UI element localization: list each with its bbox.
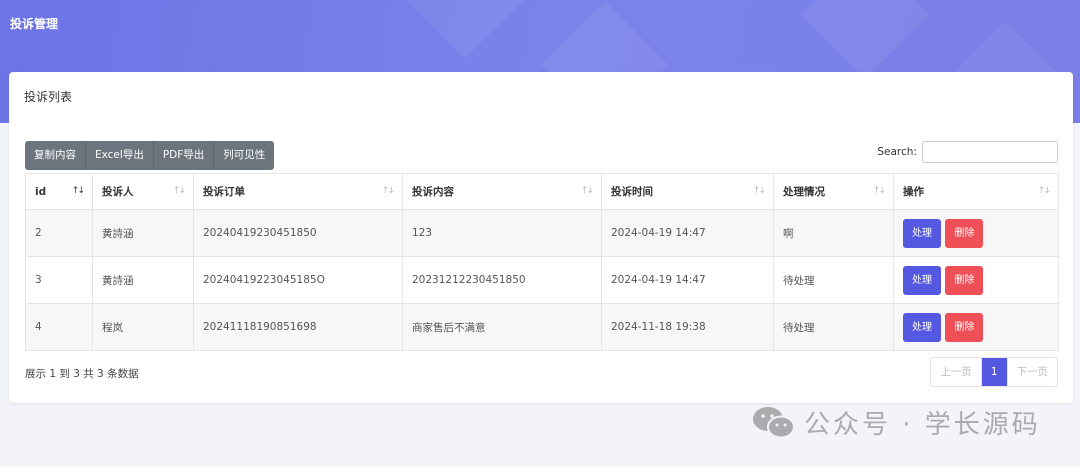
cell-content: 商家售后不满意 bbox=[402, 303, 602, 351]
table-info-text: 展示 1 到 3 共 3 条数据 bbox=[25, 368, 139, 380]
cell-status: 待处理 bbox=[773, 303, 894, 351]
cell-actions: 处理 删除 bbox=[893, 256, 1059, 304]
cell-time: 2024-04-19 14:47 bbox=[601, 209, 774, 257]
table-row: 3 黄詩涵 20240419223045185O 202312122304518… bbox=[25, 256, 1059, 304]
cell-order: 20241118190851698 bbox=[193, 303, 403, 351]
prev-page-button[interactable]: 上一页 bbox=[931, 358, 982, 386]
cell-order: 20240419223045185O bbox=[193, 256, 403, 304]
cell-actions: 处理 删除 bbox=[893, 209, 1059, 257]
cell-status: 待处理 bbox=[773, 256, 894, 304]
column-header-time[interactable]: 投诉时间 ↑↓ bbox=[601, 173, 774, 210]
cell-content: 20231212230451850 bbox=[402, 256, 602, 304]
column-header-id[interactable]: id ↑↓ bbox=[25, 173, 93, 210]
search-input[interactable] bbox=[922, 141, 1058, 163]
table-row: 4 程岚 20241118190851698 商家售后不满意 2024-11-1… bbox=[25, 303, 1059, 351]
cell-time: 2024-11-18 19:38 bbox=[601, 303, 774, 351]
sort-icon: ↑↓ bbox=[872, 186, 886, 196]
column-header-complainant[interactable]: 投诉人 ↑↓ bbox=[92, 173, 194, 210]
column-header-actions[interactable]: 操作 ↑↓ bbox=[893, 173, 1059, 210]
page-title: 投诉管理 bbox=[10, 17, 59, 31]
process-button[interactable]: 处理 bbox=[903, 312, 941, 342]
sort-icon: ↑↓ bbox=[172, 186, 186, 196]
cell-id: 2 bbox=[25, 209, 93, 257]
cell-complainant: 黄詩涵 bbox=[92, 256, 194, 304]
cell-time: 2024-04-19 14:47 bbox=[601, 256, 774, 304]
table-row: 2 黄詩涵 20240419230451850 123 2024-04-19 1… bbox=[25, 209, 1059, 257]
pdf-export-button[interactable]: PDF导出 bbox=[154, 141, 215, 170]
delete-button[interactable]: 删除 bbox=[945, 312, 984, 342]
complaint-table: id ↑↓ 投诉人 ↑↓ 投诉订单 ↑↓ 投诉内容 ↑↓ 投诉时间 ↑↓ 处理情况 ↑↓ 操… bbox=[25, 173, 1059, 351]
cell-order: 20240419230451850 bbox=[193, 209, 403, 257]
search-box: Search: bbox=[877, 141, 1058, 163]
process-button[interactable]: 处理 bbox=[903, 218, 941, 248]
search-label: Search: bbox=[877, 146, 917, 158]
sort-icon: ↑↓ bbox=[752, 186, 766, 196]
process-button[interactable]: 处理 bbox=[903, 265, 941, 295]
cell-status: 啊 bbox=[773, 209, 894, 257]
complaint-list-card: 投诉列表 复制内容 Excel导出 PDF导出 列可见性 Search: id ↑… bbox=[9, 72, 1073, 403]
cell-id: 4 bbox=[25, 303, 93, 351]
sort-icon: ↑↓ bbox=[1037, 186, 1051, 196]
cell-complainant: 程岚 bbox=[92, 303, 194, 351]
column-header-content[interactable]: 投诉内容 ↑↓ bbox=[402, 173, 602, 210]
card-title: 投诉列表 bbox=[24, 90, 73, 104]
column-visibility-button[interactable]: 列可见性 bbox=[214, 141, 274, 170]
next-page-button[interactable]: 下一页 bbox=[1007, 358, 1057, 386]
table-header-row: id ↑↓ 投诉人 ↑↓ 投诉订单 ↑↓ 投诉内容 ↑↓ 投诉时间 ↑↓ 处理情况 ↑↓ 操… bbox=[25, 173, 1059, 210]
column-header-status[interactable]: 处理情况 ↑↓ bbox=[773, 173, 894, 210]
copy-button[interactable]: 复制内容 bbox=[25, 141, 86, 170]
watermark-text: 公众号 · 学长源码 bbox=[804, 410, 1041, 440]
delete-button[interactable]: 删除 bbox=[945, 265, 984, 295]
sort-ascending-icon: ↑↓ bbox=[71, 186, 85, 196]
page-1-button[interactable]: 1 bbox=[981, 358, 1008, 386]
excel-export-button[interactable]: Excel导出 bbox=[86, 141, 154, 170]
export-button-group: 复制内容 Excel导出 PDF导出 列可见性 bbox=[25, 141, 275, 170]
sort-icon: ↑↓ bbox=[580, 186, 594, 196]
cell-content: 123 bbox=[402, 209, 602, 257]
cell-actions: 处理 删除 bbox=[893, 303, 1059, 351]
watermark: 公众号 · 学长源码 bbox=[752, 404, 1041, 441]
delete-button[interactable]: 删除 bbox=[945, 218, 984, 248]
pagination: 上一页 1 下一页 bbox=[930, 357, 1058, 387]
cell-id: 3 bbox=[25, 256, 93, 304]
sort-icon: ↑↓ bbox=[381, 186, 395, 196]
wechat-icon bbox=[752, 405, 796, 441]
cell-complainant: 黄詩涵 bbox=[92, 209, 194, 257]
column-header-order[interactable]: 投诉订单 ↑↓ bbox=[193, 173, 403, 210]
